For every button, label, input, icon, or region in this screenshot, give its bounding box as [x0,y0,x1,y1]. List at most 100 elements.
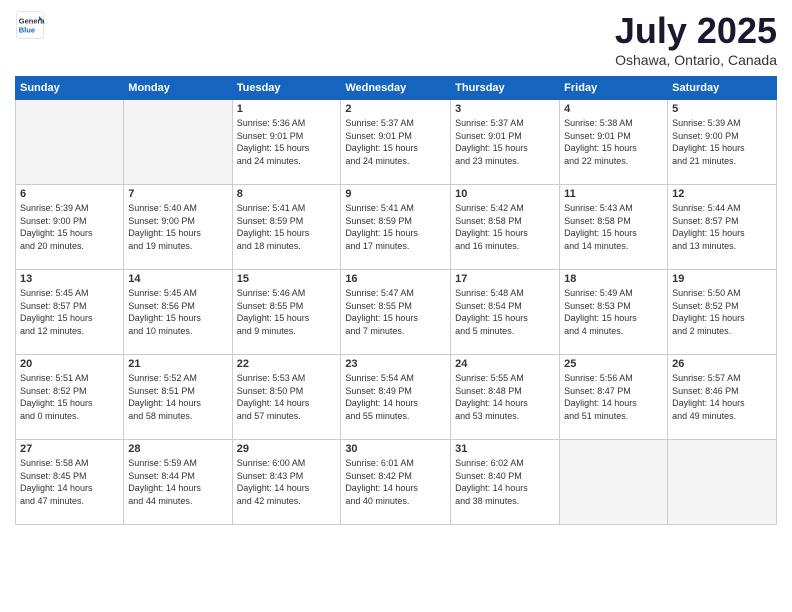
day-info: Sunrise: 5:58 AM Sunset: 8:45 PM Dayligh… [20,457,119,507]
month-title: July 2025 [615,10,777,52]
day-number: 28 [128,443,227,455]
logo-icon: General Blue [15,10,45,40]
day-info: Sunrise: 5:56 AM Sunset: 8:47 PM Dayligh… [564,372,663,422]
calendar-week-row: 6 Sunrise: 5:39 AM Sunset: 9:00 PM Daylig… [16,185,777,270]
table-row: 11Sunrise: 5:43 AM Sunset: 8:58 PM Dayli… [560,185,668,270]
day-info: Sunrise: 5:54 AM Sunset: 8:49 PM Dayligh… [345,372,446,422]
table-row: 23Sunrise: 5:54 AM Sunset: 8:49 PM Dayli… [341,355,451,440]
table-row: 3Sunrise: 5:37 AM Sunset: 9:01 PM Daylig… [451,100,560,185]
day-number: 2 [345,103,446,115]
table-row: 24Sunrise: 5:55 AM Sunset: 8:48 PM Dayli… [451,355,560,440]
table-row: 18 Sunrise: 5:49 AM Sunset: 8:53 PM Dayli… [560,270,668,355]
day-number: 8 [237,188,337,200]
col-friday: Friday [560,77,668,100]
day-number: 9 [345,188,446,200]
table-row: 17 Sunrise: 5:48 AM Sunset: 8:54 PM Dayli… [451,270,560,355]
day-info: Sunrise: 5:45 AM Sunset: 8:56 PM Dayligh… [128,287,227,337]
day-info: Sunrise: 5:38 AM Sunset: 9:01 PM Dayligh… [564,117,663,167]
day-number: 7 [128,188,227,200]
day-info: Sunrise: 5:37 AM Sunset: 9:01 PM Dayligh… [345,117,446,167]
day-number: 21 [128,358,227,370]
day-info: Sunrise: 5:57 AM Sunset: 8:46 PM Dayligh… [672,372,772,422]
svg-text:General: General [19,17,45,26]
col-tuesday: Tuesday [232,77,341,100]
day-number: 25 [564,358,663,370]
table-row: 10 Sunrise: 5:42 AM Sunset: 8:58 PM Dayli… [451,185,560,270]
day-number: 10 [455,188,555,200]
day-info: Sunrise: 5:45 AM Sunset: 8:57 PM Dayligh… [20,287,119,337]
col-thursday: Thursday [451,77,560,100]
col-saturday: Saturday [668,77,777,100]
col-monday: Monday [124,77,232,100]
day-info: Sunrise: 5:44 AM Sunset: 8:57 PM Dayligh… [672,202,772,252]
table-row: 1Sunrise: 5:36 AM Sunset: 9:01 PM Daylig… [232,100,341,185]
table-row: 12 Sunrise: 5:44 AM Sunset: 8:57 PM Dayli… [668,185,777,270]
table-row: 19Sunrise: 5:50 AM Sunset: 8:52 PM Dayli… [668,270,777,355]
table-row: 30Sunrise: 6:01 AM Sunset: 8:42 PM Dayli… [341,440,451,525]
table-row [124,100,232,185]
day-info: Sunrise: 6:00 AM Sunset: 8:43 PM Dayligh… [237,457,337,507]
calendar-week-row: 20 Sunrise: 5:51 AM Sunset: 8:52 PM Dayli… [16,355,777,440]
day-info: Sunrise: 5:46 AM Sunset: 8:55 PM Dayligh… [237,287,337,337]
day-number: 27 [20,443,119,455]
calendar-table: Sunday Monday Tuesday Wednesday Thursday… [15,76,777,525]
table-row: 8Sunrise: 5:41 AM Sunset: 8:59 PM Daylig… [232,185,341,270]
location: Oshawa, Ontario, Canada [615,52,777,68]
day-number: 15 [237,273,337,285]
day-number: 6 [20,188,119,200]
table-row [668,440,777,525]
day-number: 19 [672,273,772,285]
logo: General Blue [15,10,49,40]
table-row: 14Sunrise: 5:45 AM Sunset: 8:56 PM Dayli… [124,270,232,355]
day-info: Sunrise: 5:51 AM Sunset: 8:52 PM Dayligh… [20,372,119,422]
svg-text:Blue: Blue [19,26,35,35]
table-row: 9 Sunrise: 5:41 AM Sunset: 8:59 PM Daylig… [341,185,451,270]
day-number: 22 [237,358,337,370]
day-info: Sunrise: 5:59 AM Sunset: 8:44 PM Dayligh… [128,457,227,507]
table-row: 22Sunrise: 5:53 AM Sunset: 8:50 PM Dayli… [232,355,341,440]
day-info: Sunrise: 5:39 AM Sunset: 9:00 PM Dayligh… [20,202,119,252]
header: General Blue July 2025 Oshawa, Ontario, … [15,10,777,68]
day-info: Sunrise: 5:39 AM Sunset: 9:00 PM Dayligh… [672,117,772,167]
day-info: Sunrise: 5:47 AM Sunset: 8:55 PM Dayligh… [345,287,446,337]
table-row: 28 Sunrise: 5:59 AM Sunset: 8:44 PM Dayli… [124,440,232,525]
table-row: 5 Sunrise: 5:39 AM Sunset: 9:00 PM Daylig… [668,100,777,185]
day-info: Sunrise: 5:43 AM Sunset: 8:58 PM Dayligh… [564,202,663,252]
day-number: 12 [672,188,772,200]
calendar-header-row: Sunday Monday Tuesday Wednesday Thursday… [16,77,777,100]
table-row: 31Sunrise: 6:02 AM Sunset: 8:40 PM Dayli… [451,440,560,525]
day-number: 26 [672,358,772,370]
day-info: Sunrise: 5:41 AM Sunset: 8:59 PM Dayligh… [345,202,446,252]
day-number: 18 [564,273,663,285]
day-info: Sunrise: 5:52 AM Sunset: 8:51 PM Dayligh… [128,372,227,422]
day-info: Sunrise: 6:02 AM Sunset: 8:40 PM Dayligh… [455,457,555,507]
table-row: 6 Sunrise: 5:39 AM Sunset: 9:00 PM Daylig… [16,185,124,270]
day-info: Sunrise: 5:40 AM Sunset: 9:00 PM Dayligh… [128,202,227,252]
day-number: 13 [20,273,119,285]
day-info: Sunrise: 5:37 AM Sunset: 9:01 PM Dayligh… [455,117,555,167]
page: General Blue July 2025 Oshawa, Ontario, … [0,0,792,612]
table-row: 20 Sunrise: 5:51 AM Sunset: 8:52 PM Dayli… [16,355,124,440]
day-number: 1 [237,103,337,115]
table-row: 16Sunrise: 5:47 AM Sunset: 8:55 PM Dayli… [341,270,451,355]
table-row: 27 Sunrise: 5:58 AM Sunset: 8:45 PM Dayli… [16,440,124,525]
table-row [16,100,124,185]
day-info: Sunrise: 5:49 AM Sunset: 8:53 PM Dayligh… [564,287,663,337]
day-info: Sunrise: 5:42 AM Sunset: 8:58 PM Dayligh… [455,202,555,252]
day-number: 5 [672,103,772,115]
day-number: 24 [455,358,555,370]
calendar-week-row: 1Sunrise: 5:36 AM Sunset: 9:01 PM Daylig… [16,100,777,185]
day-info: Sunrise: 5:48 AM Sunset: 8:54 PM Dayligh… [455,287,555,337]
day-number: 20 [20,358,119,370]
col-wednesday: Wednesday [341,77,451,100]
table-row: 7 Sunrise: 5:40 AM Sunset: 9:00 PM Daylig… [124,185,232,270]
col-sunday: Sunday [16,77,124,100]
table-row: 2 Sunrise: 5:37 AM Sunset: 9:01 PM Daylig… [341,100,451,185]
table-row: 21 Sunrise: 5:52 AM Sunset: 8:51 PM Dayli… [124,355,232,440]
day-number: 17 [455,273,555,285]
day-info: Sunrise: 6:01 AM Sunset: 8:42 PM Dayligh… [345,457,446,507]
table-row: 15 Sunrise: 5:46 AM Sunset: 8:55 PM Dayli… [232,270,341,355]
day-number: 4 [564,103,663,115]
calendar-week-row: 13 Sunrise: 5:45 AM Sunset: 8:57 PM Dayli… [16,270,777,355]
calendar-week-row: 27 Sunrise: 5:58 AM Sunset: 8:45 PM Dayli… [16,440,777,525]
